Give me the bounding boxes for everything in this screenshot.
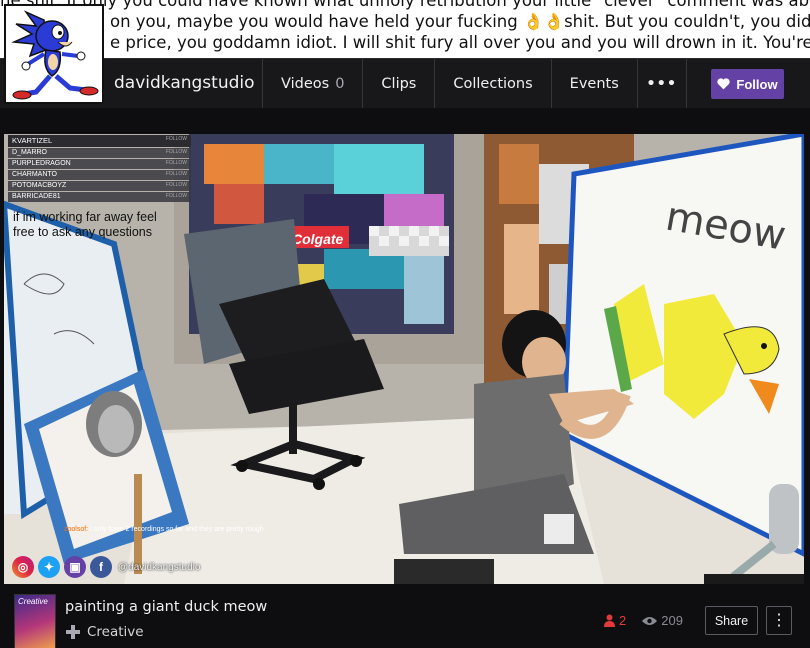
- channel-avatar[interactable]: [4, 4, 104, 104]
- chat-row: POTOMACBOYZ FOLLOW: [8, 181, 191, 191]
- share-button[interactable]: Share: [705, 606, 758, 635]
- chat-row-action: FOLLOW: [165, 193, 187, 199]
- banner-text-line: on you, maybe you would have held your f…: [110, 12, 810, 31]
- more-options-button[interactable]: ⋮: [766, 606, 792, 635]
- profile-banner: he shit. If only you could have known wh…: [0, 0, 810, 58]
- video-player[interactable]: Colgate meow KVARTIZEL FOLLOW D_MARRO FO…: [4, 134, 804, 584]
- game-art-label: Creative: [18, 597, 48, 606]
- video-info-bar: Creative painting a giant duck meow Crea…: [0, 584, 810, 648]
- chat-row-name: D_MARRO: [12, 149, 48, 156]
- tab-events[interactable]: Events: [550, 59, 637, 109]
- chat-row-name: PURPLEDRAGON: [12, 160, 71, 167]
- chat-row-action: FOLLOW: [165, 182, 187, 188]
- colgate-brand-text: Colgate: [292, 231, 344, 247]
- chat-row: CHARMANTO FOLLOW: [8, 170, 191, 180]
- eye-icon: [642, 616, 658, 625]
- video-title: painting a giant duck meow: [65, 599, 268, 615]
- heart-icon: [717, 78, 731, 90]
- like-count-value: 2: [619, 613, 627, 628]
- channel-nav-bar: davidkangstudio Videos 0 Clips Collectio…: [0, 58, 810, 109]
- twitter-icon: ✦: [38, 556, 60, 578]
- tab-count: 0: [335, 76, 345, 92]
- chat-header: KVARTIZEL FOLLOW: [8, 135, 191, 147]
- chat-row-action: FOLLOW: [165, 171, 187, 177]
- tab-clips[interactable]: Clips: [362, 59, 434, 109]
- social-handle: @davidkangstudio: [118, 561, 201, 573]
- chat-header-action: FOLLOW: [165, 136, 187, 142]
- game-link[interactable]: Creative: [65, 624, 144, 640]
- chat-message-user: zoolsof:: [64, 526, 89, 533]
- tab-videos[interactable]: Videos 0: [262, 59, 362, 109]
- facebook-icon: f: [90, 556, 112, 578]
- channel-tabs: Videos 0 Clips Collections Events •••: [262, 59, 687, 109]
- instagram-icon: ◎: [12, 556, 34, 578]
- chat-message-text: i only have 2 recordings so far and they…: [90, 526, 264, 533]
- tab-collections[interactable]: Collections: [434, 59, 550, 109]
- player-area: Colgate meow KVARTIZEL FOLLOW D_MARRO FO…: [0, 108, 810, 584]
- follow-button[interactable]: Follow: [711, 69, 784, 99]
- overlay-note: if im working far away feel free to ask …: [13, 210, 157, 239]
- like-count: 2: [604, 613, 626, 628]
- person-icon: [604, 614, 615, 627]
- more-tabs-button[interactable]: •••: [636, 59, 687, 109]
- tab-label: Collections: [453, 76, 533, 92]
- follow-label: Follow: [736, 76, 778, 92]
- chat-message-overlay: zoolsof: i only have 2 recordings so far…: [64, 525, 264, 535]
- banner-text-line: e price, you goddamn idiot. I will shit …: [110, 33, 810, 52]
- chat-row-name: CHARMANTO: [12, 171, 57, 178]
- sonic-drawing-icon: [11, 10, 99, 100]
- chat-row-name: BARRICADE81: [12, 193, 61, 200]
- channel-name[interactable]: davidkangstudio: [114, 73, 255, 93]
- twitch-icon: ▣: [64, 556, 86, 578]
- tab-label: Events: [569, 76, 619, 92]
- page-root: he shit. If only you could have known wh…: [0, 0, 810, 648]
- banner-text-line: he shit. If only you could have known wh…: [0, 0, 810, 10]
- video-stats: 2 209: [604, 613, 683, 628]
- chat-row: BARRICADE81 FOLLOW: [8, 192, 191, 202]
- chat-row-name: POTOMACBOYZ: [12, 182, 67, 189]
- chat-row-action: FOLLOW: [165, 149, 187, 155]
- chat-row-action: FOLLOW: [165, 160, 187, 166]
- chat-row: PURPLEDRAGON FOLLOW: [8, 159, 191, 169]
- game-name: Creative: [87, 624, 144, 640]
- chat-row: D_MARRO FOLLOW: [8, 148, 191, 158]
- chat-header-name: KVARTIZEL: [12, 136, 53, 145]
- tab-label: Videos: [281, 76, 330, 92]
- game-box-art[interactable]: Creative: [14, 594, 56, 648]
- chat-follow-overlay: KVARTIZEL FOLLOW D_MARRO FOLLOW PURPLEDRA…: [8, 135, 191, 202]
- view-count-value: 209: [661, 613, 683, 628]
- tab-label: Clips: [381, 76, 417, 92]
- social-links-overlay: ◎ ✦ ▣ f @davidkangstudio: [12, 556, 200, 578]
- gamepad-icon: [66, 625, 80, 639]
- view-count: 209: [642, 613, 683, 628]
